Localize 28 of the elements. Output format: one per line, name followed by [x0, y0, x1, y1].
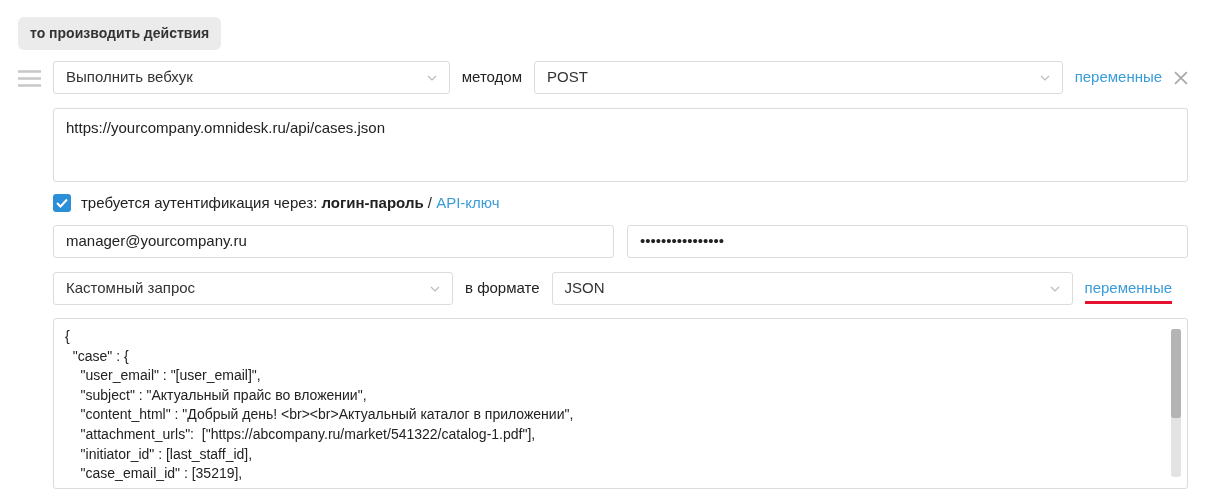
auth-checkbox[interactable]	[53, 194, 71, 212]
code-line: "content_html" : "Добрый день! <br><br>Актуальный каталог в приложении",	[79, 405, 574, 425]
chevron-down-icon	[430, 285, 440, 292]
code-line: "subject" : "Актуальный прайс во вложении",	[79, 385, 367, 405]
format-label: в формате	[465, 278, 540, 299]
section-label: то производить действия	[18, 17, 222, 50]
scrollbar[interactable]	[1171, 329, 1181, 477]
code-line: {	[65, 327, 70, 346]
close-icon[interactable]	[1174, 70, 1188, 85]
chevron-down-icon	[1049, 285, 1060, 292]
code-line: "initiator_id" : [last_staff_id],	[79, 444, 253, 464]
dropdown-select[interactable]: POST	[534, 61, 1063, 94]
dropdown-select[interactable]: Кастомный запрос	[53, 272, 453, 305]
request-body-field[interactable]	[53, 318, 1188, 489]
method-label: методом	[461, 67, 523, 88]
auth-text: требуется аутентификация через: логин-пароль /	[81, 192, 433, 213]
login-field[interactable]: manager@yourcompany.ru	[53, 225, 614, 258]
code-line: "case_email_id" : [35219],	[79, 464, 243, 484]
chevron-down-icon	[426, 74, 437, 81]
code-line: "attachment_urls": ["https://abcompany.ru/market/541322/catalog-1.pdf"],	[79, 424, 536, 444]
dropdown-select[interactable]: Выполнить вебхук	[53, 61, 450, 94]
drag-handle-icon[interactable]	[18, 70, 41, 87]
password-field[interactable]: ••••••••••••••••	[627, 225, 1188, 258]
url-field[interactable]: https://yourcompany.omnidesk.ru/api/cases.json	[53, 108, 1188, 182]
code-line: "user_email" : "[user_email]",	[79, 366, 261, 386]
chevron-down-icon	[1039, 74, 1050, 81]
dropdown-select[interactable]: JSON	[551, 272, 1073, 305]
code-line: "case" : {	[71, 346, 129, 366]
